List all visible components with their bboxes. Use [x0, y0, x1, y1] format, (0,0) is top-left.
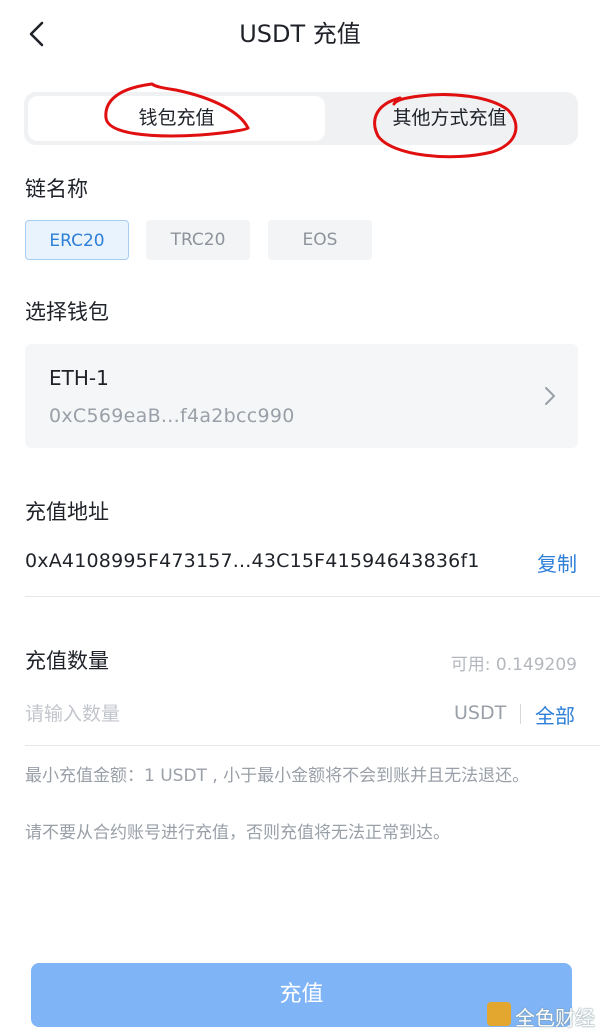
divider	[25, 745, 600, 746]
deposit-method-tabs: 钱包充值 其他方式充值	[24, 92, 578, 145]
wallet-selector[interactable]: ETH-1 0xC569eaB...f4a2bcc990	[25, 344, 578, 448]
all-button[interactable]: 全部	[535, 700, 575, 729]
chain-option-eos[interactable]: EOS	[268, 220, 372, 260]
tab-wallet-deposit[interactable]: 钱包充值	[28, 96, 325, 141]
amount-label: 充值数量	[25, 649, 109, 673]
amount-unit: USDT	[454, 702, 507, 724]
deposit-address-value: 0xA4108995F473157...43C15F41594643836f1	[25, 550, 480, 572]
watermark-text: 全色财经	[515, 1006, 595, 1030]
deposit-address-label: 充值地址	[25, 500, 109, 524]
chain-option-erc20[interactable]: ERC20	[25, 220, 129, 260]
chain-option-trc20[interactable]: TRC20	[146, 220, 250, 260]
wallet-address: 0xC569eaB...f4a2bcc990	[49, 405, 295, 427]
contract-account-note: 请不要从合约账号进行充值，否则充值将无法正常到达。	[25, 823, 450, 843]
copy-button[interactable]: 复制	[537, 548, 577, 577]
watermark-logo-icon	[487, 1002, 511, 1026]
chevron-right-icon	[545, 387, 555, 405]
chain-label: 链名称	[25, 177, 88, 201]
amount-input[interactable]	[25, 697, 425, 731]
wallet-name: ETH-1	[49, 366, 109, 390]
tab-other-deposit[interactable]: 其他方式充值	[325, 96, 574, 141]
wallet-label: 选择钱包	[25, 300, 109, 324]
unit-separator	[520, 704, 521, 724]
page-title: USDT 充值	[239, 20, 361, 48]
min-deposit-note: 最小充值金额：1 USDT , 小于最小金额将不会到账并且无法退还。	[25, 766, 530, 786]
available-balance: 可用: 0.149209	[450, 655, 577, 675]
divider	[25, 596, 600, 597]
